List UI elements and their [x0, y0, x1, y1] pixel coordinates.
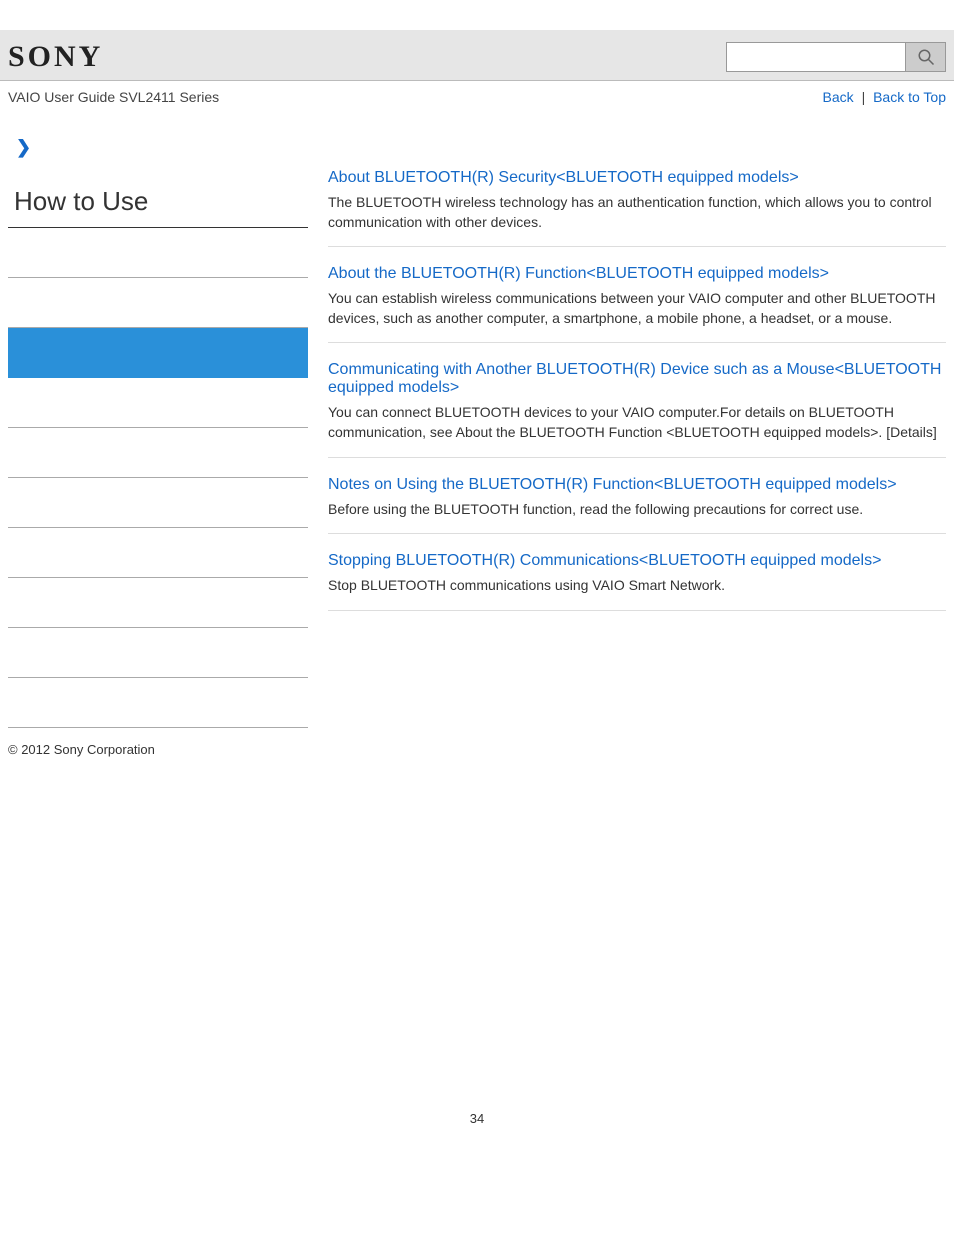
- article-link[interactable]: Communicating with Another BLUETOOTH(R) …: [328, 361, 941, 396]
- nav-links: Back | Back to Top: [823, 89, 946, 105]
- back-to-top-link[interactable]: Back to Top: [873, 89, 946, 105]
- footer: © 2012 Sony Corporation: [0, 728, 954, 771]
- article-body: Stop BLUETOOTH communications using VAIO…: [328, 576, 946, 596]
- nav-item-6[interactable]: [8, 528, 308, 578]
- article-link[interactable]: About the BLUETOOTH(R) Function<BLUETOOT…: [328, 265, 829, 282]
- nav-item-3[interactable]: [8, 378, 308, 428]
- nav-item-4[interactable]: [8, 428, 308, 478]
- copyright: © 2012 Sony Corporation: [8, 742, 155, 757]
- article-link[interactable]: About BLUETOOTH(R) Security<BLUETOOTH eq…: [328, 169, 799, 186]
- guide-title: VAIO User Guide SVL2411 Series: [8, 89, 219, 105]
- article: Notes on Using the BLUETOOTH(R) Function…: [328, 476, 946, 535]
- article-body: You can connect BLUETOOTH devices to you…: [328, 403, 946, 442]
- nav-item-1[interactable]: [8, 278, 308, 328]
- article: About BLUETOOTH(R) Security<BLUETOOTH eq…: [328, 169, 946, 247]
- nav-item-0[interactable]: [8, 228, 308, 278]
- article-list: About BLUETOOTH(R) Security<BLUETOOTH eq…: [328, 169, 946, 611]
- header-bar: SONY: [0, 30, 954, 81]
- separator: |: [862, 89, 866, 105]
- search-box: [726, 42, 946, 72]
- search-icon: [917, 48, 935, 66]
- nav-list: [8, 228, 308, 728]
- sidebar: ❯ How to Use: [8, 121, 308, 728]
- article-body: You can establish wireless communication…: [328, 289, 946, 328]
- subheader: VAIO User Guide SVL2411 Series Back | Ba…: [0, 81, 954, 113]
- arrow-icon: ❯: [8, 121, 308, 166]
- page-number: 34: [0, 1111, 954, 1156]
- search-input[interactable]: [726, 42, 906, 72]
- article: Stopping BLUETOOTH(R) Communications<BLU…: [328, 552, 946, 611]
- nav-item-9[interactable]: [8, 678, 308, 728]
- nav-item-8[interactable]: [8, 628, 308, 678]
- nav-item-2[interactable]: [8, 328, 308, 378]
- back-link[interactable]: Back: [823, 89, 854, 105]
- nav-item-7[interactable]: [8, 578, 308, 628]
- article-title: About BLUETOOTH(R) Security<BLUETOOTH eq…: [328, 169, 946, 187]
- article-body: The BLUETOOTH wireless technology has an…: [328, 193, 946, 232]
- article-title: Communicating with Another BLUETOOTH(R) …: [328, 361, 946, 397]
- article: Communicating with Another BLUETOOTH(R) …: [328, 361, 946, 457]
- logo: SONY: [8, 40, 103, 74]
- article-body: Before using the BLUETOOTH function, rea…: [328, 500, 946, 520]
- search-button[interactable]: [906, 42, 946, 72]
- content: ❯ How to Use About BLUETOOTH(R) Security…: [0, 121, 954, 728]
- main-content: About BLUETOOTH(R) Security<BLUETOOTH eq…: [328, 121, 946, 728]
- sidebar-title: How to Use: [8, 166, 308, 228]
- article-title: About the BLUETOOTH(R) Function<BLUETOOT…: [328, 265, 946, 283]
- article: About the BLUETOOTH(R) Function<BLUETOOT…: [328, 265, 946, 343]
- article-link[interactable]: Notes on Using the BLUETOOTH(R) Function…: [328, 476, 897, 493]
- article-title: Stopping BLUETOOTH(R) Communications<BLU…: [328, 552, 946, 570]
- article-link[interactable]: Stopping BLUETOOTH(R) Communications<BLU…: [328, 552, 881, 569]
- article-title: Notes on Using the BLUETOOTH(R) Function…: [328, 476, 946, 494]
- nav-item-5[interactable]: [8, 478, 308, 528]
